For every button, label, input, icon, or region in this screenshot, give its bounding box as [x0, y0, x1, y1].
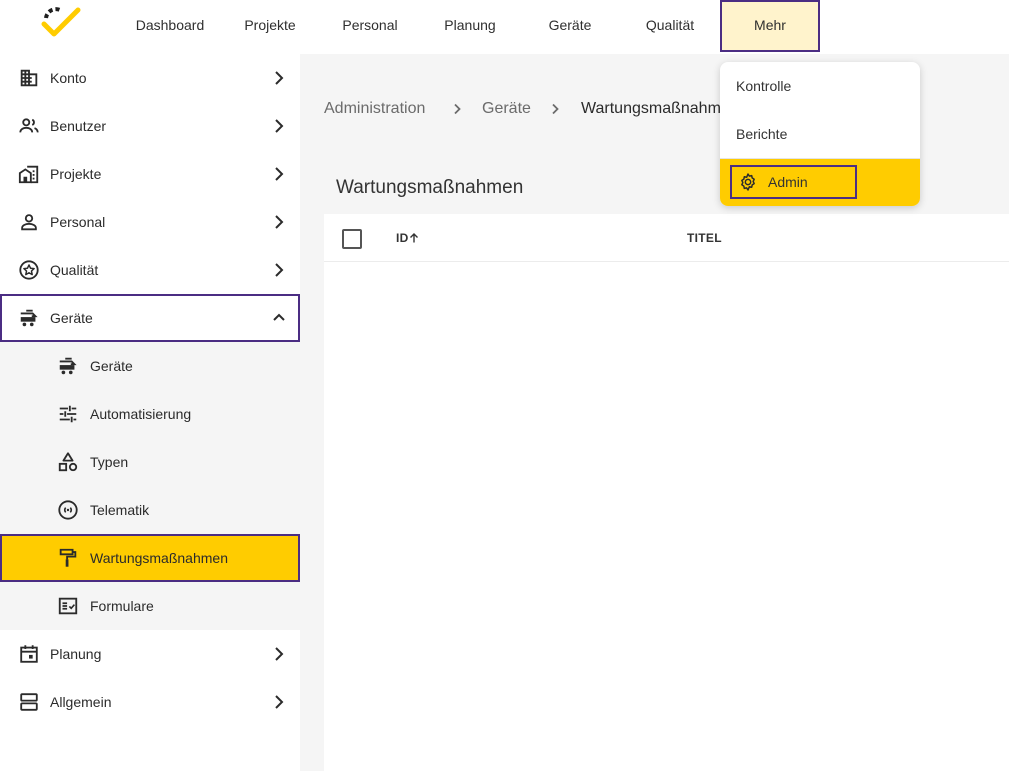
chevron-up-icon	[270, 309, 288, 327]
chevron-right-icon	[270, 213, 288, 231]
table-header-row: ID TITEL	[324, 214, 1009, 262]
mehr-dropdown-menu: Kontrolle Berichte Admin	[720, 62, 920, 206]
sidebar-item-label: Qualität	[50, 262, 99, 278]
select-all-checkbox[interactable]	[342, 229, 362, 249]
paint-roller-icon	[57, 547, 79, 569]
top-navigation: Dashboard Projekte Personal Planung Gerä…	[0, 0, 1009, 54]
menu-item-kontrolle[interactable]: Kontrolle	[720, 62, 920, 110]
chevron-right-icon	[450, 102, 464, 116]
person-icon	[18, 211, 40, 233]
sidebar-item-label: Allgemein	[50, 694, 112, 710]
sidebar-subitem-telematik[interactable]: Telematik	[0, 486, 300, 534]
sidebar-subitem-label: Automatisierung	[90, 406, 192, 422]
chevron-right-icon	[270, 69, 288, 87]
app-logo-icon[interactable]	[36, 4, 82, 40]
shapes-icon	[57, 451, 79, 473]
menu-item-admin[interactable]: Admin	[730, 165, 857, 199]
breadcrumb-current: Wartungsmaßnahmen	[581, 100, 739, 117]
sidebar-subitem-label: Geräte	[90, 358, 133, 374]
sidebar-item-planung[interactable]: Planung	[0, 630, 300, 678]
sidebar-item-benutzer[interactable]: Benutzer	[0, 102, 300, 150]
menu-item-admin-row: Admin	[720, 159, 920, 206]
truck-icon	[18, 307, 40, 329]
breadcrumb-administration[interactable]: Administration	[324, 96, 425, 122]
sidebar-subitem-label: Formulare	[90, 598, 154, 614]
nav-mehr[interactable]: Mehr	[720, 0, 820, 52]
sidebar-item-label: Konto	[50, 70, 87, 86]
sidebar-subitem-label: Typen	[90, 454, 129, 470]
chevron-right-icon	[548, 102, 562, 116]
chevron-right-icon	[270, 117, 288, 135]
sidebar-item-label: Planung	[50, 646, 102, 662]
sidebar-subitem-geraete[interactable]: Geräte	[0, 342, 300, 390]
chevron-right-icon	[270, 693, 288, 711]
sliders-icon	[57, 403, 79, 425]
nav-planung[interactable]: Planung	[425, 0, 515, 52]
truck-icon	[57, 355, 79, 377]
nav-personal[interactable]: Personal	[325, 0, 415, 52]
breadcrumb-geraete[interactable]: Geräte	[482, 96, 531, 122]
form-checklist-icon	[57, 595, 79, 617]
nav-projekte[interactable]: Projekte	[230, 0, 310, 52]
building-icon	[18, 67, 40, 89]
nav-geraete[interactable]: Geräte	[525, 0, 615, 52]
buildings-icon	[18, 163, 40, 185]
column-header-titel[interactable]: TITEL	[687, 214, 722, 262]
menu-item-berichte[interactable]: Berichte	[720, 110, 920, 158]
sidebar-subitem-label: Wartungsmaßnahmen	[90, 550, 228, 566]
sidebar-item-projekte[interactable]: Projekte	[0, 150, 300, 198]
star-badge-icon	[18, 259, 40, 281]
sidebar-subitem-typen[interactable]: Typen	[0, 438, 300, 486]
sidebar-item-label: Personal	[50, 214, 106, 230]
signal-icon	[57, 499, 79, 521]
sidebar-subitem-wartungsmassnahmen[interactable]: Wartungsmaßnahmen	[0, 534, 300, 582]
sidebar-subitem-formulare[interactable]: Formulare	[0, 582, 300, 630]
sidebar-item-label: Benutzer	[50, 118, 107, 134]
column-header-id[interactable]: ID	[396, 214, 409, 262]
gear-icon	[738, 172, 758, 192]
sidebar-item-konto[interactable]: Konto	[0, 54, 300, 102]
sidebar-item-qualitaet[interactable]: Qualität	[0, 246, 300, 294]
chevron-right-icon	[270, 261, 288, 279]
chevron-right-icon	[270, 645, 288, 663]
sidebar: Konto Benutzer Projekte Personal Qualitä…	[0, 54, 300, 771]
sidebar-item-personal[interactable]: Personal	[0, 198, 300, 246]
sidebar-submenu-geraete: Geräte Automatisierung Typen Telematik W	[0, 342, 300, 630]
sidebar-item-geraete[interactable]: Geräte	[0, 294, 300, 342]
chevron-right-icon	[270, 165, 288, 183]
data-table-card: ID TITEL	[324, 214, 1009, 771]
sidebar-item-allgemein[interactable]: Allgemein	[0, 678, 300, 726]
calendar-icon	[18, 643, 40, 665]
nav-qualitaet[interactable]: Qualität	[625, 0, 715, 52]
sidebar-item-label: Geräte	[50, 310, 93, 326]
sort-ascending-icon[interactable]	[408, 232, 420, 244]
page-title: Wartungsmaßnahmen	[336, 177, 524, 198]
nav-dashboard[interactable]: Dashboard	[120, 0, 220, 52]
sidebar-item-label: Projekte	[50, 166, 102, 182]
users-icon	[18, 115, 40, 137]
menu-item-label: Admin	[768, 174, 808, 190]
storage-icon	[18, 691, 40, 713]
sidebar-subitem-label: Telematik	[90, 502, 150, 518]
sidebar-subitem-automatisierung[interactable]: Automatisierung	[0, 390, 300, 438]
